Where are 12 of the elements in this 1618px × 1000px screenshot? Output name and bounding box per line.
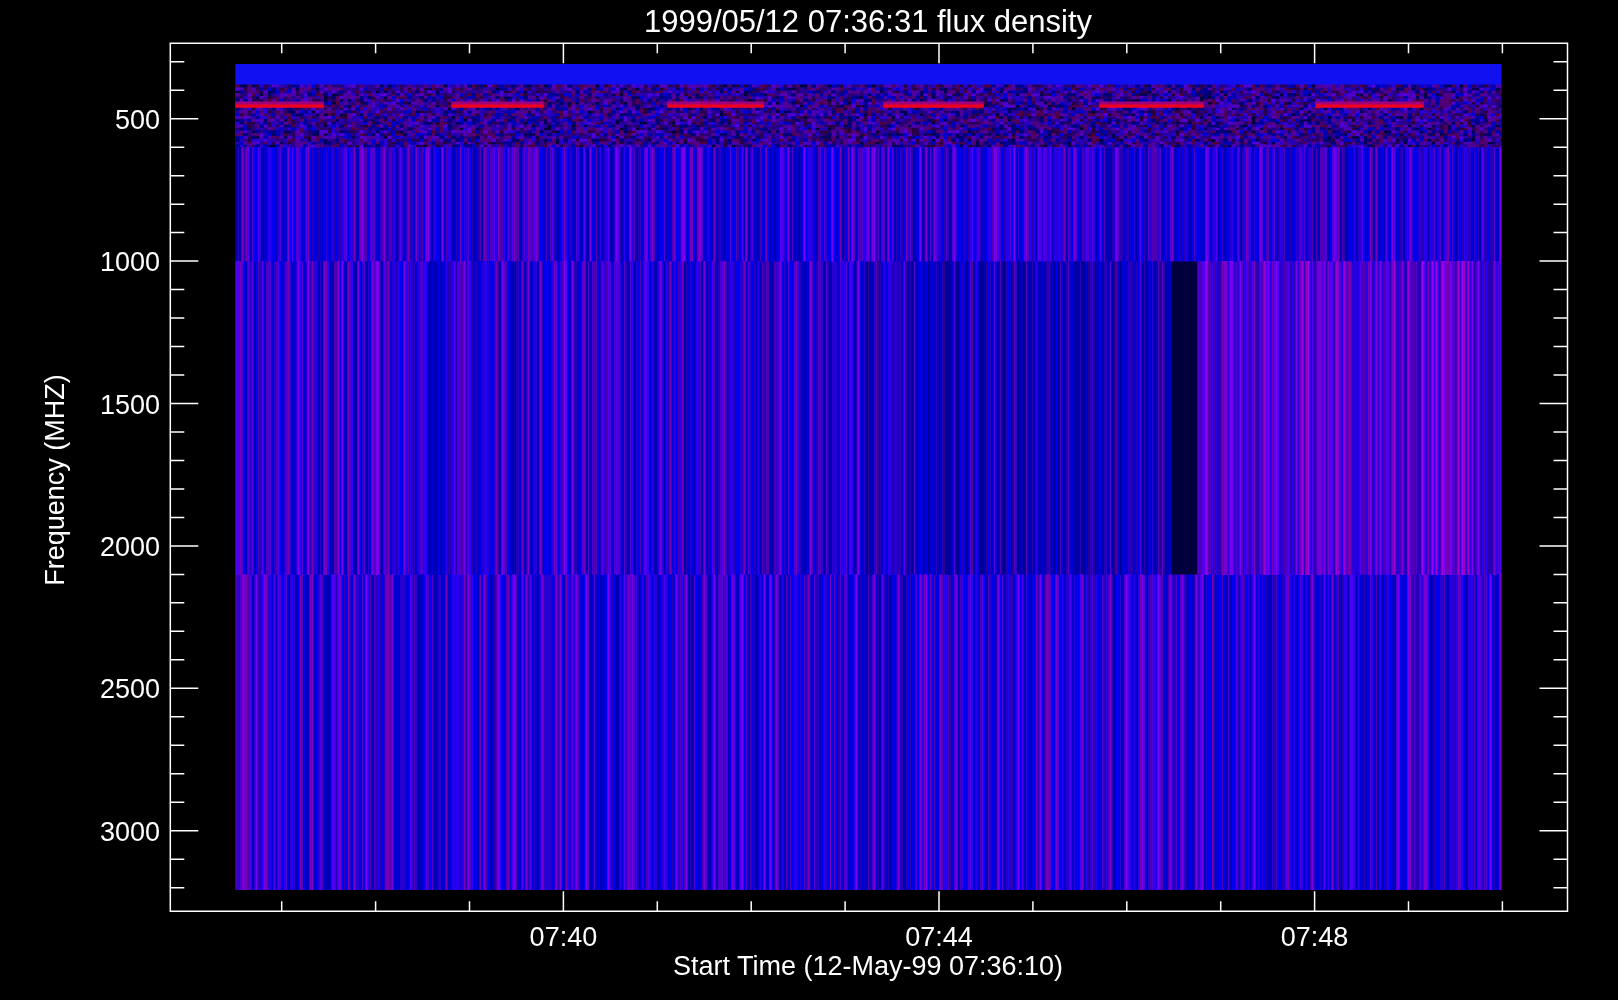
y-tick-label: 2500 [99,674,160,705]
x-tick-label: 07:44 [905,922,973,952]
x-tick-label: 07:48 [1280,922,1349,952]
plot-title: 1999/05/12 07:36:31 flux density [643,4,1093,39]
x-axis-label: Start Time (12-May-99 07:36:10) [672,951,1064,981]
y-tick-label: 1500 [99,389,160,420]
y-tick-label: 2000 [99,531,160,562]
y-tick-label: 1000 [99,247,160,278]
y-axis-label: Frequency (MHZ) [40,374,70,586]
y-tick-label: 500 [114,104,160,135]
y-tick-label: 3000 [99,816,160,847]
x-tick-label: 07:40 [529,922,598,952]
